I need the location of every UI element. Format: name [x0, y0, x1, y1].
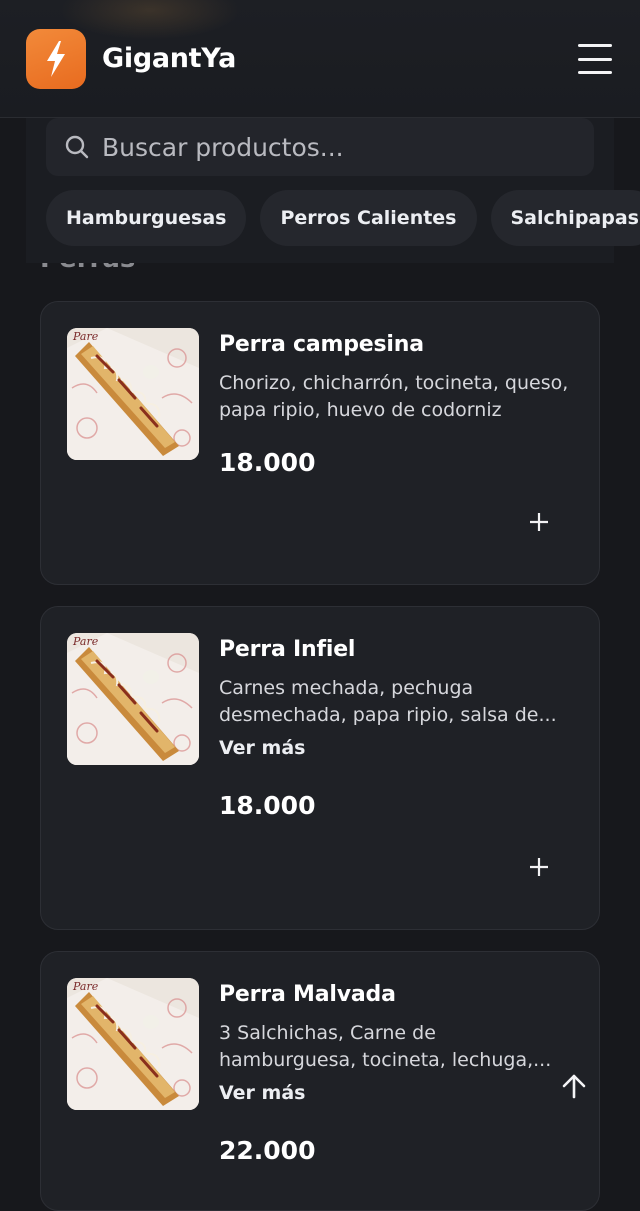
search-input[interactable] [102, 133, 562, 162]
search-panel: Hamburguesas Perros Calientes Salchipapa… [26, 118, 614, 263]
category-chip-salchipapas[interactable]: Salchipapas [491, 190, 640, 246]
add-to-cart-button[interactable] [519, 847, 559, 887]
search-bar[interactable] [46, 118, 594, 176]
arrow-up-icon [560, 1072, 588, 1100]
product-name: Perra Malvada [219, 982, 396, 1007]
app-header: GigantYa [0, 0, 640, 118]
category-chip-hamburguesas[interactable]: Hamburguesas [46, 190, 246, 246]
add-to-cart-button[interactable] [519, 502, 559, 542]
product-image: Pare [67, 633, 199, 765]
plus-icon [528, 856, 550, 878]
category-chip-perros-calientes[interactable]: Perros Calientes [260, 190, 476, 246]
product-description: Carnes mechada, pechuga desmechada, papa… [219, 675, 579, 729]
product-card[interactable]: Pare Perra campesina Chorizo, chicharrón… [40, 301, 600, 585]
product-name: Perra campesina [219, 332, 424, 357]
product-price: 18.000 [219, 791, 315, 820]
product-image: Pare [67, 978, 199, 1110]
product-price: 22.000 [219, 1136, 315, 1165]
lightning-bolt-icon [39, 39, 73, 79]
product-image: Pare [67, 328, 199, 460]
product-description: Chorizo, chicharrón, tocineta, queso, pa… [219, 370, 579, 424]
svg-text:Pare: Pare [72, 980, 99, 993]
product-description: 3 Salchichas, Carne de hamburguesa, toci… [219, 1020, 579, 1074]
plus-icon [528, 511, 550, 533]
product-card[interactable]: Pare Perra Malvada 3 Salchichas, Carne d… [40, 951, 600, 1211]
svg-text:Pare: Pare [72, 635, 99, 648]
scroll-top-button[interactable] [550, 1062, 598, 1110]
product-name: Perra Infiel [219, 637, 355, 662]
search-icon [64, 134, 90, 160]
brand-name: GigantYa [102, 43, 236, 74]
category-chips: Hamburguesas Perros Calientes Salchipapa… [46, 190, 640, 246]
see-more-link[interactable]: Ver más [219, 1082, 305, 1104]
see-more-link[interactable]: Ver más [219, 737, 305, 759]
hamburger-menu-icon[interactable] [578, 44, 612, 74]
app-logo[interactable] [26, 29, 86, 89]
product-price: 18.000 [219, 448, 315, 477]
svg-text:Pare: Pare [72, 330, 99, 343]
product-card[interactable]: Pare Perra Infiel Carnes mechada, pechug… [40, 606, 600, 930]
